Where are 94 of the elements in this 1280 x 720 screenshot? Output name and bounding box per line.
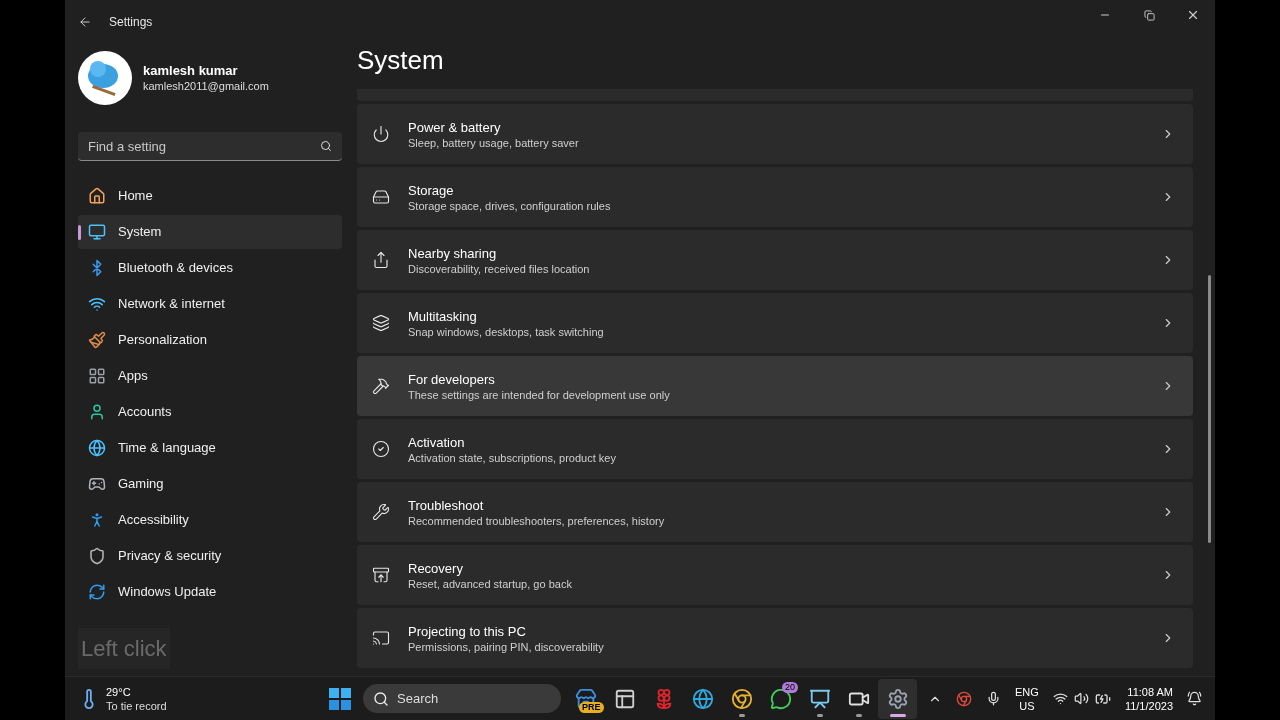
- selection-indicator: [78, 225, 81, 240]
- search-icon: [320, 140, 332, 152]
- setting-title: Storage: [408, 181, 455, 199]
- setting-title: Projecting to this PC: [408, 622, 527, 640]
- microphone-icon[interactable]: [986, 691, 1002, 706]
- setting-card[interactable]: Multitasking Snap windows, desktops, task switching: [357, 293, 1193, 353]
- wrench-icon: [372, 503, 390, 521]
- nav-item[interactable]: Privacy & security: [78, 539, 342, 573]
- share-icon: [372, 251, 390, 269]
- scrollbar[interactable]: [1208, 275, 1211, 543]
- settings-icon: [886, 687, 909, 710]
- app-badge: 20: [782, 681, 798, 693]
- running-indicator: [738, 713, 745, 717]
- nav-item[interactable]: Time & language: [78, 431, 342, 465]
- setting-title: Multitasking: [408, 307, 478, 325]
- brush-icon: [88, 331, 106, 349]
- search-field[interactable]: Find a setting: [78, 132, 342, 161]
- setting-card[interactable]: Storage Storage space, drives, configuration rules: [357, 167, 1193, 227]
- setting-card[interactable]: Nearby sharing Discoverability, received files location: [357, 230, 1193, 290]
- volume-icon[interactable]: [1073, 691, 1089, 706]
- apps-icon: [88, 367, 106, 385]
- nav-item[interactable]: Accessibility: [78, 503, 342, 537]
- monitor-icon: [88, 223, 106, 241]
- nav-item[interactable]: Network & internet: [78, 287, 342, 321]
- setting-description: These settings are intended for development use only: [408, 387, 670, 402]
- taskbar-app[interactable]: [878, 678, 917, 719]
- user-name: kamlesh kumar: [143, 62, 239, 79]
- restore-icon: [1143, 9, 1155, 21]
- presentation-icon: [808, 687, 831, 710]
- wifi-icon: [88, 295, 106, 313]
- nav-item[interactable]: Windows Update: [78, 575, 342, 609]
- avatar: [78, 51, 132, 105]
- click-hint: Left click: [78, 628, 170, 669]
- language-indicator[interactable]: ENG US: [1015, 684, 1039, 713]
- setting-card[interactable]: Power & battery Sleep, battery usage, battery saver: [357, 104, 1193, 164]
- weather-temperature: 29°C: [106, 684, 132, 699]
- setting-title: Nearby sharing: [408, 244, 498, 262]
- nav-item[interactable]: Bluetooth & devices: [78, 251, 342, 285]
- search-icon: [373, 690, 389, 707]
- gamepad-icon: [88, 475, 106, 493]
- weather-caption: To tie record: [106, 698, 168, 713]
- projecting-icon: [372, 629, 390, 647]
- storage-icon: [372, 188, 390, 206]
- setting-description: Reset, advanced startup, go back: [408, 576, 572, 591]
- check-circle-icon: [372, 440, 390, 458]
- running-indicator: [855, 713, 862, 717]
- wifi-icon[interactable]: [1052, 691, 1068, 706]
- setting-description: Storage space, drives, configuration rules: [408, 198, 611, 213]
- setting-card[interactable]: Troubleshoot Recommended troubleshooters, preferences, history: [357, 482, 1193, 542]
- app-tray-icon[interactable]: [956, 690, 973, 707]
- shield-icon: [88, 547, 106, 565]
- setting-title: Power & battery: [408, 118, 502, 136]
- setting-card[interactable]: Recovery Reset, advanced startup, go back: [357, 545, 1193, 605]
- nav-item[interactable]: Apps: [78, 359, 342, 393]
- nav-item[interactable]: Home: [78, 179, 342, 213]
- start-icon[interactable]: [329, 687, 351, 710]
- task-view-icon: [613, 687, 636, 710]
- setting-description: Recommended troubleshooters, preferences, history: [408, 513, 665, 528]
- running-indicator: [816, 713, 823, 717]
- app-badge: PRE: [579, 701, 604, 713]
- home-icon: [88, 187, 106, 205]
- taskbar-search[interactable]: Search: [363, 684, 561, 713]
- chrome-icon: [730, 687, 753, 710]
- setting-description: Permissions, pairing PIN, discoverability: [408, 639, 604, 654]
- back-button[interactable]: [78, 15, 92, 29]
- setting-title: For developers: [408, 370, 496, 388]
- setting-card[interactable]: Projecting to this PC Permissions, pairing PIN, discoverability: [357, 608, 1193, 668]
- setting-card[interactable]: For developers These settings are intended for development use only: [357, 356, 1193, 416]
- setting-title: Activation: [408, 433, 466, 451]
- user-email: kamlesh2011@gmail.com: [143, 79, 269, 94]
- person-icon: [88, 403, 106, 421]
- setting-title: Recovery: [408, 559, 464, 577]
- setting-description: Sleep, battery usage, battery saver: [408, 135, 579, 150]
- nav-item[interactable]: System: [78, 215, 342, 249]
- nav-item[interactable]: Accounts: [78, 395, 342, 429]
- update-icon: [88, 583, 106, 601]
- setting-card[interactable]: Activation Activation state, subscriptions, product key: [357, 419, 1193, 479]
- setting-title: Troubleshoot: [408, 496, 485, 514]
- clock[interactable]: 11:08 AM 11/1/2023: [1124, 684, 1173, 713]
- close-icon: [1186, 8, 1200, 22]
- window-title: Settings: [109, 14, 153, 31]
- setting-description: Discoverability, received files location: [408, 261, 590, 276]
- tools-icon: [372, 377, 390, 395]
- notification-icon[interactable]: [1187, 691, 1202, 706]
- power-icon: [372, 125, 390, 143]
- running-indicator: [889, 713, 906, 717]
- nav-item[interactable]: Personalization: [78, 323, 342, 357]
- browser-icon: [691, 687, 714, 710]
- nav-item[interactable]: Gaming: [78, 467, 342, 501]
- setting-description: Activation state, subscriptions, product key: [408, 450, 616, 465]
- taskbar-app[interactable]: 20: [761, 678, 800, 719]
- setting-description: Snap windows, desktops, task switching: [408, 324, 604, 339]
- page-title: System: [357, 44, 444, 76]
- taskbar-app[interactable]: PRE: [566, 678, 605, 719]
